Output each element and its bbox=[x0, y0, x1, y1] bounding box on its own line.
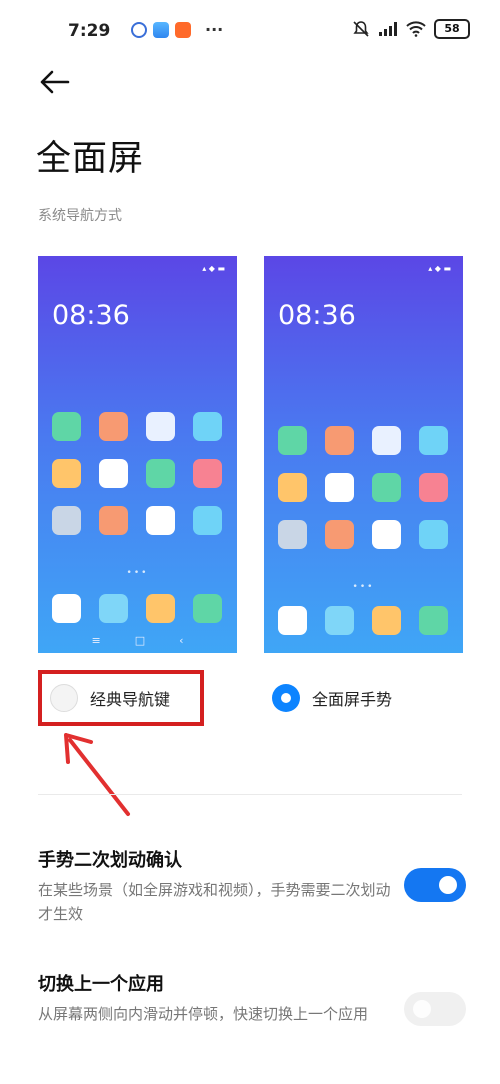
setting-description: 在某些场景（如全屏游戏和视频），手势需要二次划动才生效 bbox=[38, 881, 391, 923]
toggle-knob bbox=[413, 1000, 431, 1018]
app-icon bbox=[193, 412, 222, 441]
app-icon bbox=[99, 506, 128, 535]
weather-app-icon bbox=[153, 21, 169, 38]
app-icon bbox=[278, 473, 307, 502]
preview-status-icons: ▴ ◆ ▬ bbox=[428, 264, 451, 273]
preview-dock bbox=[52, 594, 222, 623]
option-fullscreen-gestures[interactable]: 全面屏手势 bbox=[272, 670, 452, 726]
setting-title: 切换上一个应用 bbox=[38, 974, 164, 995]
app-icon bbox=[52, 412, 81, 441]
app-icon bbox=[146, 459, 175, 488]
setting-description: 从屏幕两侧向内滑动并停顿，快速切换上一个应用 bbox=[38, 1005, 369, 1023]
page-title: 全面屏 bbox=[36, 139, 145, 179]
app-icon bbox=[52, 506, 81, 535]
option-label: 经典导航键 bbox=[90, 690, 171, 709]
status-system-icons: 58 bbox=[352, 19, 470, 39]
app-icon bbox=[372, 520, 401, 549]
app-icon bbox=[325, 426, 354, 455]
setting-title: 手势二次划动确认 bbox=[38, 850, 182, 871]
app-icon bbox=[372, 426, 401, 455]
app-icon bbox=[146, 412, 175, 441]
app-icon bbox=[372, 473, 401, 502]
preview-dock bbox=[278, 606, 448, 635]
app-icon bbox=[193, 594, 222, 623]
radio-unchecked[interactable] bbox=[50, 684, 78, 712]
preview-fullscreen-gestures[interactable]: ▴ ◆ ▬ 08:36 ••• bbox=[264, 256, 463, 653]
status-notification-icons: ··· bbox=[131, 20, 223, 39]
back-icon: ‹ bbox=[179, 634, 184, 647]
app-icon bbox=[419, 520, 448, 549]
setting-gesture-confirm[interactable]: 手势二次划动确认 在某些场景（如全屏游戏和视频），手势需要二次划动才生效 bbox=[38, 846, 468, 926]
preview-nav-bar: ≡ □ ‹ bbox=[38, 634, 237, 647]
app-icon bbox=[193, 459, 222, 488]
more-notifications-icon: ··· bbox=[205, 20, 224, 39]
app-icon bbox=[278, 606, 307, 635]
section-label: 系统导航方式 bbox=[38, 208, 122, 224]
status-time: 7:29 bbox=[68, 21, 111, 41]
radio-checked[interactable] bbox=[272, 684, 300, 712]
app-icon bbox=[146, 594, 175, 623]
app-icon bbox=[325, 606, 354, 635]
preview-app-grid bbox=[278, 426, 448, 549]
mi-app-icon bbox=[175, 21, 191, 38]
preview-clock: 08:36 bbox=[52, 300, 130, 331]
app-icon bbox=[99, 459, 128, 488]
setting-switch-last-app[interactable]: 切换上一个应用 从屏幕两侧向内滑动并停顿，快速切换上一个应用 bbox=[38, 970, 468, 1026]
toggle-switch[interactable] bbox=[404, 868, 466, 902]
divider bbox=[38, 794, 462, 795]
preview-app-grid bbox=[52, 412, 222, 535]
app-icon bbox=[278, 520, 307, 549]
menu-icon: ≡ bbox=[91, 634, 101, 647]
app-icon bbox=[193, 506, 222, 535]
app-icon bbox=[278, 426, 307, 455]
app-icon bbox=[325, 520, 354, 549]
red-arrow-annotation bbox=[64, 733, 130, 816]
toggle-knob bbox=[439, 876, 457, 894]
app-icon bbox=[419, 426, 448, 455]
app-icon bbox=[52, 594, 81, 623]
toggle-switch[interactable] bbox=[404, 992, 466, 1026]
preview-classic-navigation[interactable]: ▴ ◆ ▬ 08:36 ••• ≡ □ ‹ bbox=[38, 256, 237, 653]
app-icon bbox=[99, 594, 128, 623]
app-icon bbox=[99, 412, 128, 441]
preview-status-icons: ▴ ◆ ▬ bbox=[202, 264, 225, 273]
app-icon bbox=[372, 606, 401, 635]
mute-bell-icon bbox=[353, 21, 369, 37]
app-icon bbox=[419, 606, 448, 635]
option-classic-navigation[interactable]: 经典导航键 bbox=[38, 670, 204, 726]
battery-icon: 58 bbox=[434, 19, 470, 39]
app-icon bbox=[52, 459, 81, 488]
status-bar: 7:29 ··· 58 bbox=[0, 0, 500, 62]
app-notification-icon bbox=[131, 21, 147, 38]
back-arrow-icon[interactable] bbox=[34, 62, 74, 102]
home-icon: □ bbox=[134, 634, 146, 647]
app-icon bbox=[146, 506, 175, 535]
page-dots: ••• bbox=[126, 568, 149, 578]
preview-clock: 08:36 bbox=[278, 300, 356, 331]
app-icon bbox=[419, 473, 448, 502]
app-icon bbox=[325, 473, 354, 502]
signal-icon bbox=[379, 22, 397, 36]
option-label: 全面屏手势 bbox=[312, 690, 393, 709]
page-dots: ••• bbox=[352, 582, 375, 592]
wifi-icon bbox=[406, 21, 426, 37]
